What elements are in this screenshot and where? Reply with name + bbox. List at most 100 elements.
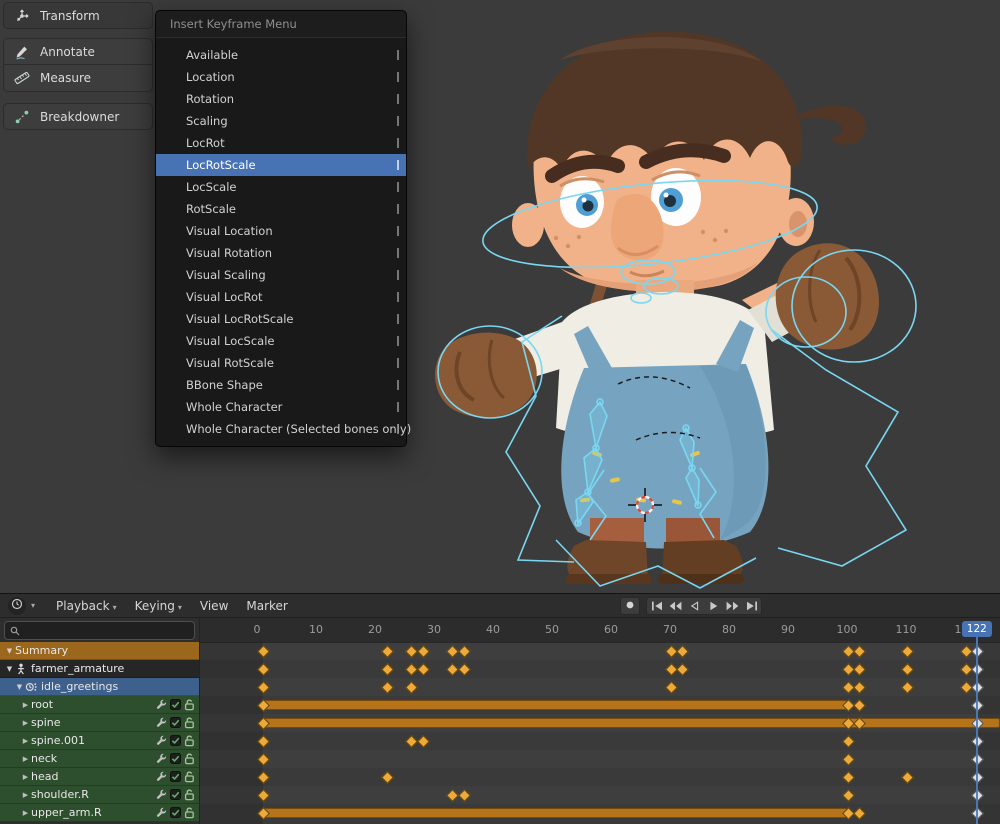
expand-right-icon[interactable]: ▶ [20,791,31,799]
keyframe-diamond[interactable] [901,681,914,694]
menu-item-bbone-shape[interactable]: BBone Shape [156,374,406,396]
keyframe-diamond[interactable] [676,663,689,676]
keyframe-diamond[interactable] [405,663,418,676]
channel-row-summary[interactable]: ▼Summary [0,642,199,660]
menu-item-visual-locrot[interactable]: Visual LocRot [156,286,406,308]
unlock-icon[interactable] [184,699,195,711]
expand-down-icon[interactable]: ▼ [14,683,25,691]
editor-type-button[interactable]: ▾ [8,597,35,615]
menu-item-visual-rotation[interactable]: Visual Rotation [156,242,406,264]
keyframe-area[interactable]: 0102030405060708090100110120 122 [200,618,1000,824]
keyframe-diamond[interactable] [842,735,855,748]
keyframe-diamond[interactable] [971,789,984,802]
keyframe-diamond[interactable] [842,771,855,784]
menu-item-visual-locscale[interactable]: Visual LocScale [156,330,406,352]
record-button[interactable] [620,597,640,615]
timeline-menu-view[interactable]: View [191,599,237,613]
keyframe-diamond[interactable] [258,681,271,694]
previous-keyframe-button[interactable] [666,598,685,614]
expand-right-icon[interactable]: ▶ [20,773,31,781]
channel-search[interactable] [4,621,195,640]
keyframe-diamond[interactable] [258,645,271,658]
unlock-icon[interactable] [184,789,195,801]
tool-measure[interactable]: Measure [3,65,153,92]
channel-row-head[interactable]: ▶head [0,768,199,786]
expand-right-icon[interactable]: ▶ [20,701,31,709]
keyframe-diamond[interactable] [258,735,271,748]
wrench-icon[interactable] [156,735,167,746]
keyframe-diamond[interactable] [901,771,914,784]
keyframe-diamond[interactable] [405,735,418,748]
keyframe-diamond[interactable] [853,663,866,676]
timeline-menu-keying[interactable]: Keying▾ [126,599,191,613]
play-button[interactable] [704,598,723,614]
expand-down-icon[interactable]: ▼ [4,647,15,655]
keyframe-diamond[interactable] [258,663,271,676]
keyframe-diamond[interactable] [458,789,471,802]
keyframe-diamond[interactable] [405,645,418,658]
keyframe-diamond[interactable] [971,807,984,820]
keyframe-diamond[interactable] [258,789,271,802]
keyframe-diamond[interactable] [971,699,984,712]
keyframe-diamond[interactable] [971,681,984,694]
unlock-icon[interactable] [184,771,195,783]
menu-item-locrot[interactable]: LocRot [156,132,406,154]
expand-right-icon[interactable]: ▶ [20,809,31,817]
timeline-ruler[interactable]: 0102030405060708090100110120 [200,618,1000,643]
checkbox-checked-icon[interactable] [170,789,181,800]
keyframe-diamond[interactable] [381,663,394,676]
channel-row-spine-001[interactable]: ▶spine.001 [0,732,199,750]
menu-item-scaling[interactable]: Scaling [156,110,406,132]
channel-row-spine[interactable]: ▶spine [0,714,199,732]
wrench-icon[interactable] [156,789,167,800]
checkbox-checked-icon[interactable] [170,753,181,764]
menu-item-locscale[interactable]: LocScale [156,176,406,198]
keyframe-diamond[interactable] [258,753,271,766]
keyframe-diamond[interactable] [971,663,984,676]
unlock-icon[interactable] [184,807,195,819]
channel-row-neck[interactable]: ▶neck [0,750,199,768]
keyframe-diamond[interactable] [458,663,471,676]
checkbox-checked-icon[interactable] [170,699,181,710]
keyframe-diamond[interactable] [381,681,394,694]
timeline-menu-marker[interactable]: Marker [237,599,296,613]
menu-item-whole-character[interactable]: Whole Character [156,396,406,418]
wrench-icon[interactable] [156,807,167,818]
menu-item-visual-scaling[interactable]: Visual Scaling [156,264,406,286]
expand-right-icon[interactable]: ▶ [20,755,31,763]
playhead[interactable] [976,634,978,824]
keyframe-diamond[interactable] [258,771,271,784]
keyframe-diamond[interactable] [971,645,984,658]
checkbox-checked-icon[interactable] [170,771,181,782]
jump-to-start-button[interactable] [647,598,666,614]
keyframe-diamond[interactable] [971,771,984,784]
expand-down-icon[interactable]: ▼ [4,665,15,673]
keyframe-diamond[interactable] [853,681,866,694]
keyframe-diamond[interactable] [405,681,418,694]
jump-to-end-button[interactable] [742,598,761,614]
keyframe-diamond[interactable] [901,663,914,676]
unlock-icon[interactable] [184,735,195,747]
tool-transform[interactable]: Transform [3,2,153,29]
menu-item-whole-character-selected-bones-only[interactable]: Whole Character (Selected bones only) [156,418,406,440]
keyframe-diamond[interactable] [458,645,471,658]
menu-item-visual-locrotscale[interactable]: Visual LocRotScale [156,308,406,330]
checkbox-checked-icon[interactable] [170,717,181,728]
tool-breakdowner[interactable]: Breakdowner [3,103,153,130]
menu-item-rotation[interactable]: Rotation [156,88,406,110]
channel-row-idle-greetings[interactable]: ▼idle_greetings [0,678,199,696]
unlock-icon[interactable] [184,753,195,765]
channel-row-upper-arm-r[interactable]: ▶upper_arm.R [0,804,199,822]
keyframe-diamond[interactable] [417,645,430,658]
search-input[interactable] [24,623,189,637]
keyframe-diamond[interactable] [971,753,984,766]
keyframe-diamond[interactable] [381,645,394,658]
keyframe-hold-bar[interactable] [263,700,847,710]
keyframe-diamond[interactable] [842,789,855,802]
checkbox-checked-icon[interactable] [170,807,181,818]
keyframe-diamond[interactable] [676,645,689,658]
timeline-menu-playback[interactable]: Playback▾ [47,599,126,613]
menu-item-location[interactable]: Location [156,66,406,88]
keyframe-hold-bar[interactable] [263,718,1000,728]
keyframe-diamond[interactable] [853,807,866,820]
